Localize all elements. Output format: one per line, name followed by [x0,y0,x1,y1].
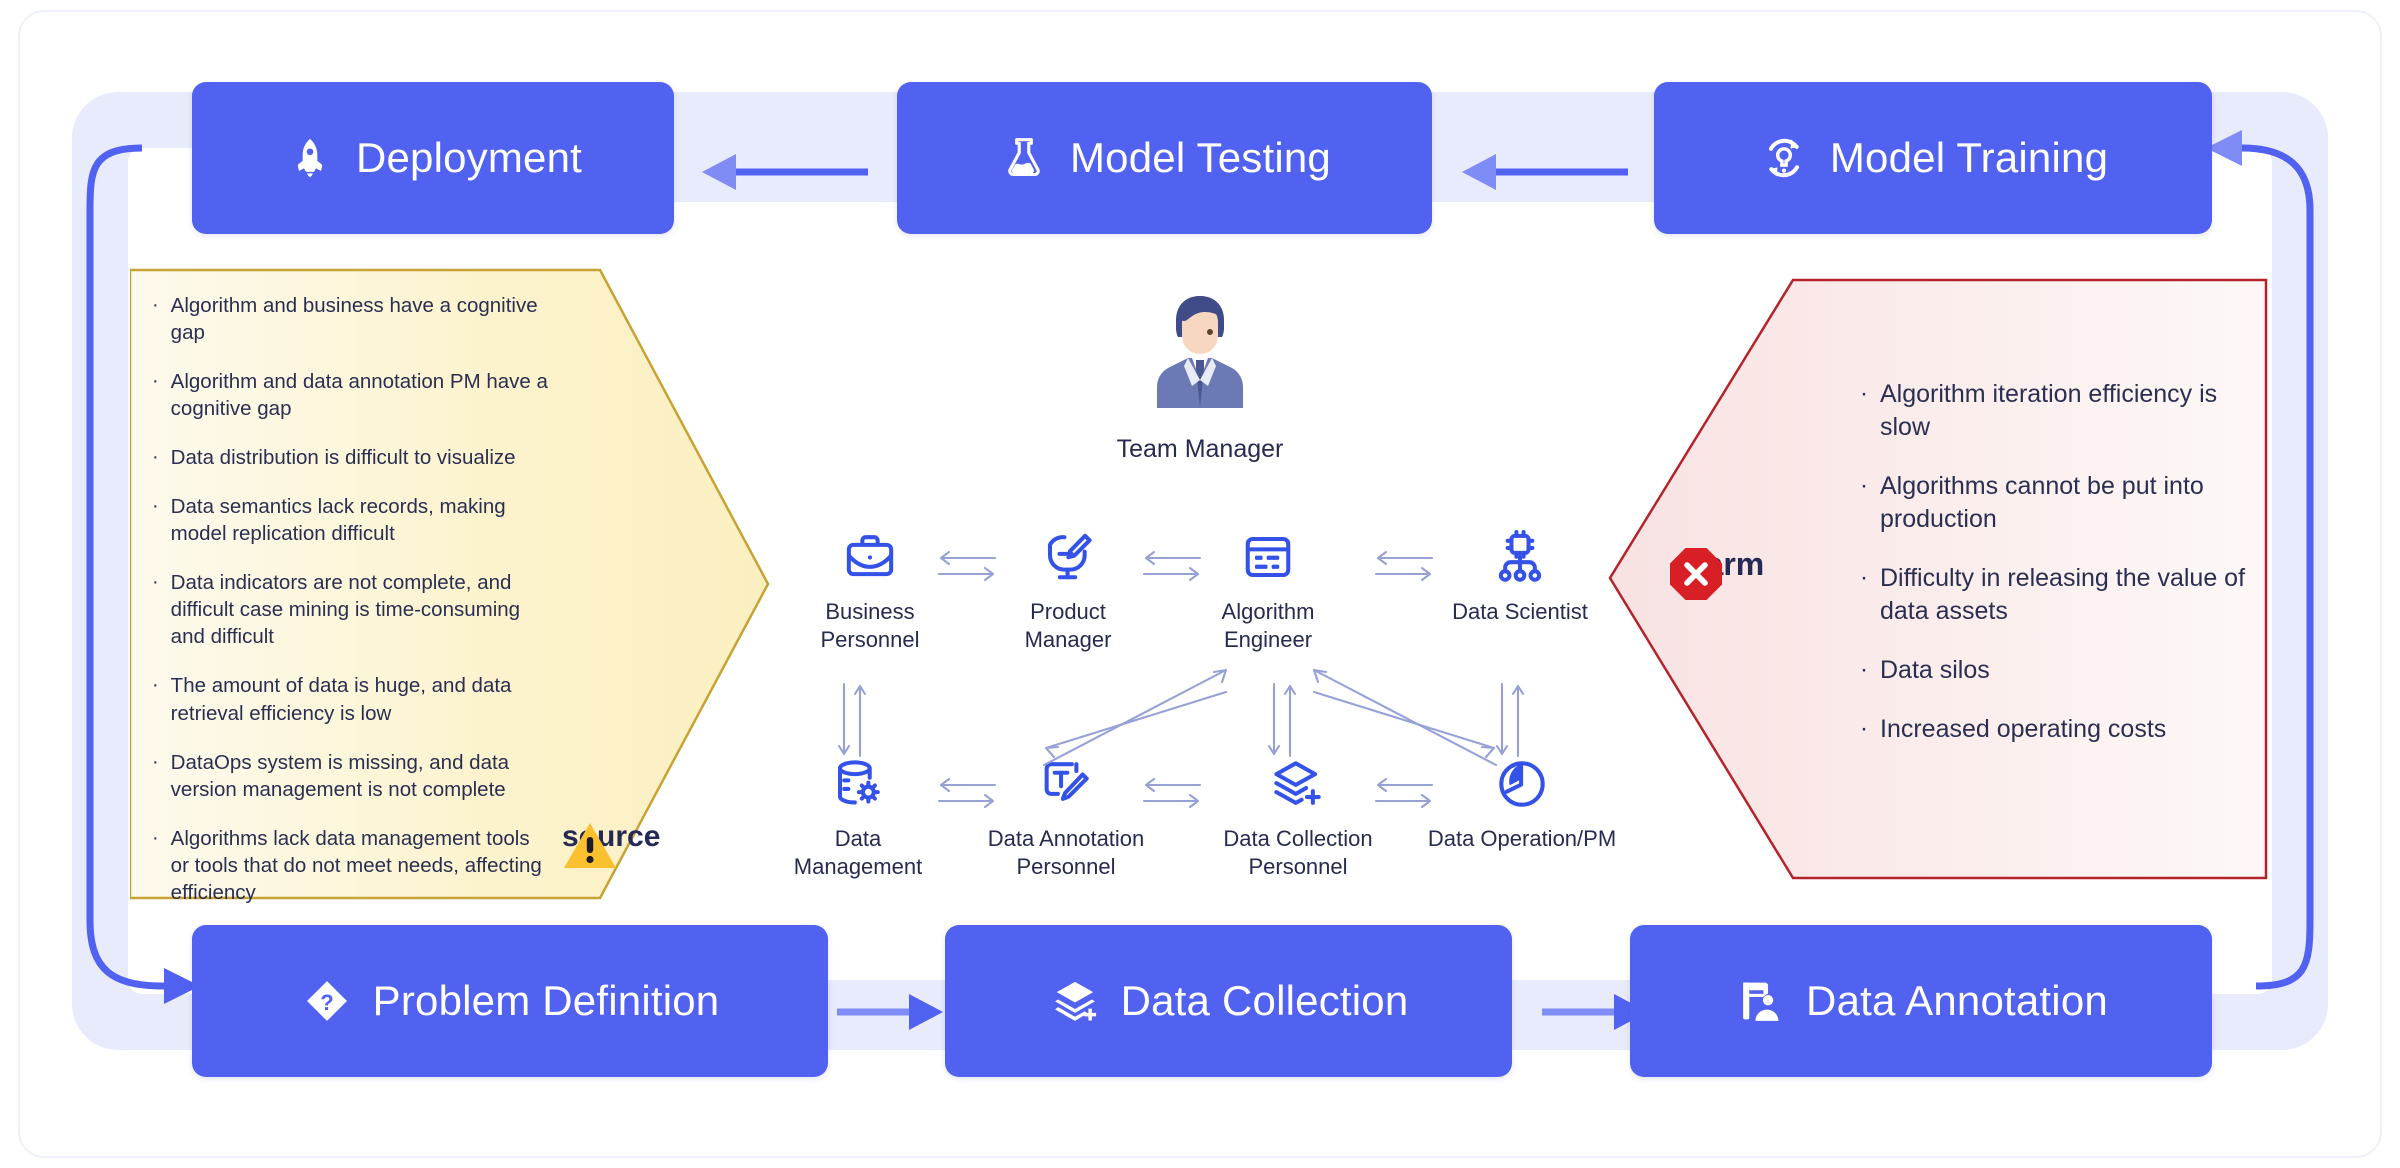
list-item: · The amount of data is huge, and data r… [152,672,552,726]
bullet-dot: · [152,571,159,594]
question-diamond-icon: ? [301,975,353,1027]
briefcase-icon [841,528,899,586]
list-item: · Data semantics lack records, making mo… [152,493,552,547]
chip-network-icon [1491,528,1549,586]
list-item: · DataOps system is missing, and data ve… [152,749,552,803]
harm-item-text: Data silos [1880,656,1990,684]
exchange-arrows-6 [1372,775,1436,820]
list-item: · Data silos [1860,654,2260,687]
vertical-exchange-arrows-left [832,680,872,765]
role-label: Data Operation/PM [1427,826,1617,851]
harm-tag: harm [1668,546,1764,600]
process-box-data-annotation[interactable]: Data Annotation [1630,925,2212,1077]
source-item-text: Algorithm and data annotation PM have a … [170,370,548,421]
source-item-text: Algorithms lack data management tools or… [170,826,542,904]
list-item: · Algorithms cannot be put into producti… [1860,470,2260,536]
svg-text:?: ? [320,990,333,1015]
exchange-arrows-1 [935,548,999,593]
list-item: · Difficulty in releasing the value of d… [1860,562,2260,628]
manager-label: Team Manager [1116,435,1284,463]
exchange-arrows-4 [935,775,999,820]
harm-panel: · Algorithm iteration efficiency is slow… [1608,278,2268,880]
source-item-text: Data distribution is difficult to visual… [170,446,516,470]
diagram-canvas: Deployment Model Testing Model Training [0,0,2400,1168]
bullet-dot: · [152,294,159,316]
process-label-deployment: Deployment [355,134,583,181]
list-item: · Algorithm and business have a cognitiv… [152,292,552,346]
manager-avatar-icon [1144,288,1256,421]
bullet-dot: · [1860,380,1868,407]
harm-item-text: Algorithm iteration efficiency is slow [1880,380,2218,441]
process-box-model-testing[interactable]: Model Testing [897,82,1432,234]
list-item: · Algorithms lack data management tools … [152,825,552,906]
process-box-deployment[interactable]: Deployment [192,82,674,234]
bullet-dot: · [152,446,159,469]
role-label: Data Annotation Personnel [987,826,1145,879]
exchange-arrows-2 [1140,548,1204,593]
role-label: Algorithm Engineer [1221,599,1315,652]
role-label: Data Scientist [1452,599,1588,624]
team-manager: Team Manager [1100,288,1300,464]
training-cycle-icon [1758,132,1810,184]
role-label: Data Collection Personnel [1223,826,1373,879]
exchange-arrows-5 [1140,775,1204,820]
source-item-text: DataOps system is missing, and data vers… [170,750,510,801]
source-item-text: The amount of data is huge, and data ret… [170,674,512,725]
bullet-dot: · [152,826,159,849]
bullet-dot: · [1860,564,1868,591]
source-tag: source [562,820,678,868]
role-data-scientist: Data Scientist [1420,528,1620,626]
rocket-icon [284,132,336,184]
process-label-data-annotation: Data Annotation [1806,977,2108,1024]
prototype-pen-icon [1039,528,1097,586]
table-grid-icon [1239,528,1297,586]
list-item: · Algorithm and data annotation PM have … [152,368,552,422]
process-label-model-testing: Model Testing [1070,134,1331,181]
source-item-text: Data indicators are not complete, and di… [170,571,521,649]
process-box-problem-definition[interactable]: ? Problem Definition [192,925,828,1077]
role-label: Product Manager [1024,599,1112,652]
annotation-person-icon [1734,975,1786,1027]
list-item: · Data indicators are not complete, and … [152,569,552,650]
source-item-text: Algorithm and business have a cognitive … [170,294,538,345]
source-item-text: Data semantics lack records, making mode… [170,495,506,546]
bullet-dot: · [1860,472,1868,499]
source-item-list: · Algorithm and business have a cognitiv… [152,292,552,928]
source-panel: · Algorithm and business have a cognitiv… [130,268,770,904]
role-data-management: Data Management [758,755,958,880]
bullet-dot: · [152,674,159,697]
harm-item-text: Algorithms cannot be put into production [1880,472,2204,533]
layers-plus-icon [1049,975,1101,1027]
vertical-exchange-arrows-right [1262,680,1302,765]
process-box-model-training[interactable]: Model Training [1654,82,2212,234]
process-label-problem-definition: Problem Definition [372,977,720,1024]
diagonal-exchange-arrows-right [1300,660,1510,780]
bullet-dot: · [152,750,159,773]
process-box-data-collection[interactable]: Data Collection [945,925,1512,1077]
list-item: · Increased operating costs [1860,713,2260,746]
exchange-arrows-3 [1372,548,1436,593]
process-label-model-training: Model Training [1829,134,2109,181]
role-label: Business Personnel [820,599,920,652]
harm-item-text: Difficulty in releasing the value of dat… [1880,564,2246,625]
arrow-problem-to-collection [835,992,945,1037]
flask-icon [998,132,1050,184]
harm-item-list: · Algorithm iteration efficiency is slow… [1860,378,2260,772]
harm-item-text: Increased operating costs [1880,715,2167,743]
process-label-data-collection: Data Collection [1120,977,1409,1024]
arrow-testing-to-deployment [700,152,870,197]
bullet-dot: · [152,370,159,393]
bullet-dot: · [1860,715,1868,742]
bullet-dot: · [1860,656,1868,683]
list-item: · Data distribution is difficult to visu… [152,444,552,471]
diagonal-exchange-arrows-left [1030,660,1240,780]
role-label: Data Management [793,826,923,879]
list-item: · Algorithm iteration efficiency is slow [1860,378,2260,444]
bullet-dot: · [152,495,159,518]
arrow-training-to-testing [1460,152,1630,197]
